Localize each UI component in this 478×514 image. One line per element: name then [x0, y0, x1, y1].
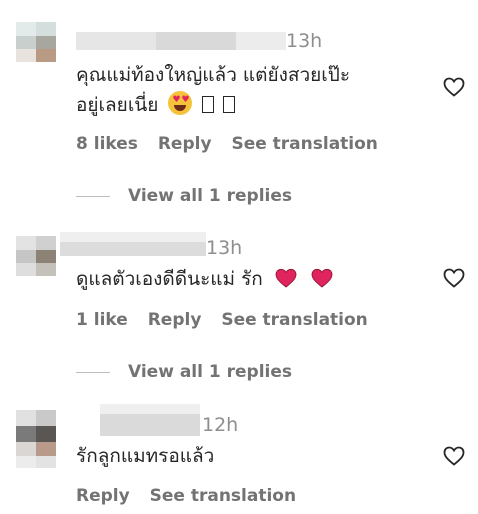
timestamp: 12h	[202, 414, 239, 436]
comment-text-line-1: คุณแม่ท้องใหญ่แล้ว แต่ยังสวยเป๊ะ	[76, 64, 351, 86]
view-replies-button[interactable]: View all 1 replies	[76, 362, 292, 382]
likes-count[interactable]: 1 like	[76, 310, 128, 330]
comment-actions: 8 likes Reply See translation	[76, 134, 392, 154]
comment-text: ดูแลตัวเองดีดีนะแม่ รัก	[76, 264, 335, 294]
comment-actions: Reply See translation	[76, 486, 310, 506]
username-blurred[interactable]	[100, 404, 200, 436]
see-translation-button[interactable]: See translation	[221, 310, 367, 330]
heart-eyes-emoji: ♥ ♥	[168, 91, 193, 115]
comment-text-line-2: อยู่เลยเนี่ย ♥ ♥	[76, 90, 350, 120]
heart-outline-icon[interactable]	[442, 444, 466, 468]
timestamp: 13h	[286, 30, 323, 52]
view-replies-button[interactable]: View all 1 replies	[76, 186, 292, 206]
comment-text-line-1: ดูแลตัวเองดีดีนะแม่ รัก	[76, 268, 263, 290]
comment-text-line-2-text: อยู่เลยเนี่ย	[76, 94, 159, 116]
comment-text: รักลูกแมทรอแล้ว	[76, 445, 215, 467]
avatar[interactable]	[16, 22, 56, 62]
red-heart-emoji	[311, 268, 333, 288]
heart-outline-icon[interactable]	[442, 266, 466, 290]
divider-line	[76, 371, 110, 373]
missing-glyph-icon	[222, 96, 235, 113]
timestamp: 13h	[206, 237, 243, 259]
reply-button[interactable]: Reply	[148, 310, 202, 330]
see-translation-button[interactable]: See translation	[150, 486, 296, 506]
likes-count[interactable]: 8 likes	[76, 134, 138, 154]
reply-button[interactable]: Reply	[76, 486, 130, 506]
red-heart-emoji	[275, 268, 297, 288]
avatar[interactable]	[16, 236, 56, 276]
see-translation-button[interactable]: See translation	[231, 134, 377, 154]
missing-glyph-icon	[201, 96, 214, 113]
reply-button[interactable]: Reply	[158, 134, 212, 154]
heart-outline-icon[interactable]	[442, 75, 466, 99]
view-replies-label[interactable]: View all 1 replies	[128, 362, 292, 382]
view-replies-label[interactable]: View all 1 replies	[128, 186, 292, 206]
comment-actions: 1 like Reply See translation	[76, 310, 382, 330]
avatar[interactable]	[16, 410, 56, 468]
username-blurred[interactable]	[76, 32, 286, 50]
username-blurred[interactable]	[60, 232, 206, 256]
comment-text: คุณแม่ท้องใหญ่แล้ว แต่ยังสวยเป๊ะ อยู่เลย…	[76, 60, 350, 120]
divider-line	[76, 195, 110, 197]
